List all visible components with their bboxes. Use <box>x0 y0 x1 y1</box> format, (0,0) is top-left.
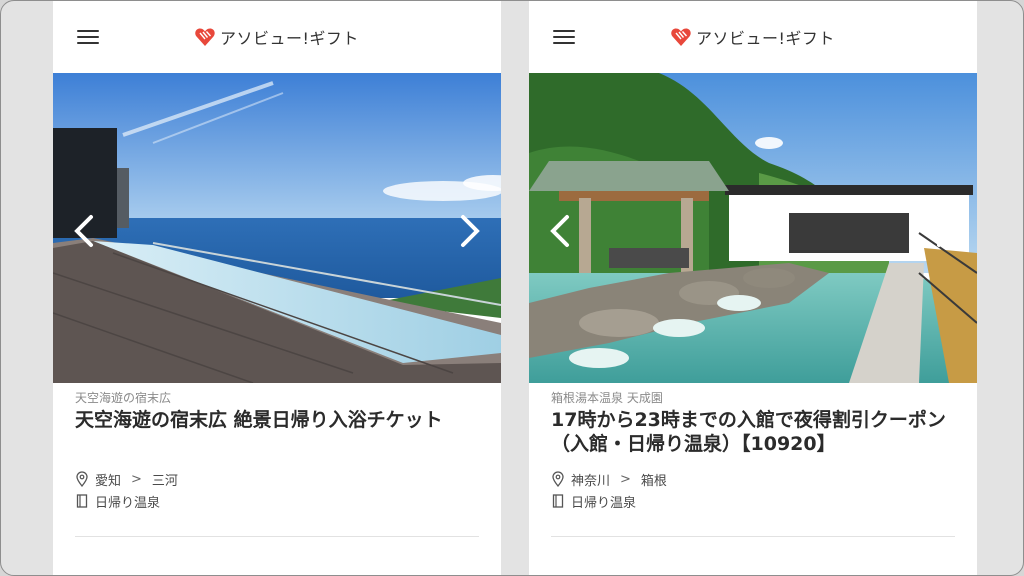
location-separator: > <box>131 471 142 487</box>
location-separator: > <box>620 471 631 487</box>
location-prefecture[interactable]: 神奈川 <box>571 470 610 489</box>
book-icon <box>552 494 564 508</box>
hamburger-menu-icon[interactable] <box>553 28 575 46</box>
chevron-right-icon[interactable] <box>455 213 483 249</box>
venue-name: 箱根湯本温泉 天成園 <box>551 391 663 405</box>
brand-logo[interactable]: アソビュー!ギフト <box>194 24 359 50</box>
app-header: アソビュー!ギフト <box>529 1 977 73</box>
phone-screen-right: アソビュー!ギフト 箱根湯本温泉 天成園 17時から23時までの入館で夜得割引ク… <box>529 1 977 575</box>
category-row: 日帰り温泉 <box>75 492 160 511</box>
location-prefecture[interactable]: 愛知 <box>95 470 121 489</box>
location-row: 愛知 > 三河 <box>75 470 178 489</box>
category-label[interactable]: 日帰り温泉 <box>95 492 160 511</box>
book-icon <box>76 494 88 508</box>
chevron-right-icon[interactable] <box>931 213 959 249</box>
phone-screen-left: アソビュー!ギフト 天空海遊の宿末広 天空海遊の宿末広 絶景日帰り入浴チケット … <box>53 1 501 575</box>
app-header: アソビュー!ギフト <box>53 1 501 73</box>
product-title[interactable]: 天空海遊の宿末広 絶景日帰り入浴チケット <box>75 408 485 432</box>
brand-logo[interactable]: アソビュー!ギフト <box>670 24 835 50</box>
location-area[interactable]: 三河 <box>152 470 178 489</box>
brand-logo-text: アソビュー!ギフト <box>220 29 359 48</box>
venue-name: 天空海遊の宿末広 <box>75 391 172 405</box>
hero-image <box>529 73 977 383</box>
hamburger-menu-icon[interactable] <box>77 28 99 46</box>
heart-logo-icon <box>671 28 691 46</box>
location-area[interactable]: 箱根 <box>641 470 667 489</box>
brand-logo-text: アソビュー!ギフト <box>696 29 835 48</box>
category-row: 日帰り温泉 <box>551 492 636 511</box>
map-pin-icon <box>76 471 88 487</box>
hero-image-carousel[interactable] <box>53 73 501 383</box>
location-row: 神奈川 > 箱根 <box>551 470 667 489</box>
chevron-left-icon[interactable] <box>71 213 99 249</box>
product-title[interactable]: 17時から23時までの入館で夜得割引クーポン（入館・日帰り温泉）【10920】 <box>551 408 961 456</box>
hero-image <box>53 73 501 383</box>
divider <box>551 536 955 537</box>
screenshot-frame: アソビュー!ギフト 天空海遊の宿末広 天空海遊の宿末広 絶景日帰り入浴チケット … <box>0 0 1024 576</box>
hero-image-carousel[interactable] <box>529 73 977 383</box>
chevron-left-icon[interactable] <box>547 213 575 249</box>
map-pin-icon <box>552 471 564 487</box>
heart-logo-icon <box>195 28 215 46</box>
divider <box>75 536 479 537</box>
category-label[interactable]: 日帰り温泉 <box>571 492 636 511</box>
